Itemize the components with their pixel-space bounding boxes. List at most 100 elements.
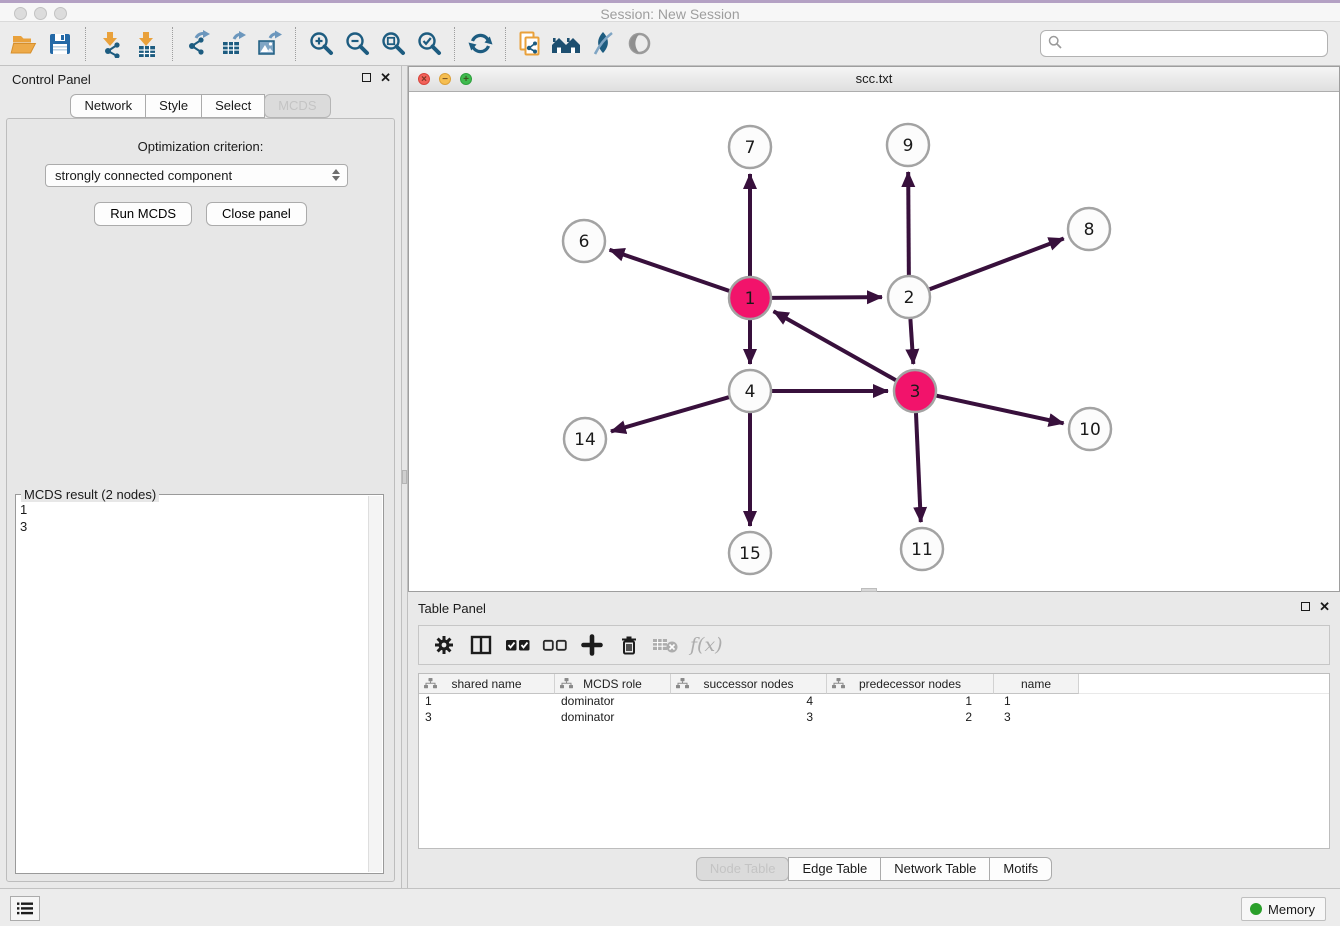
table-cell[interactable]: 1 [827,694,994,710]
graph-node-11[interactable]: 11 [901,528,943,570]
table-panel-title: Table Panel [418,601,486,616]
graph-node-2[interactable]: 2 [888,276,930,318]
graph-node-14[interactable]: 14 [564,418,606,460]
graph-edge-2-9[interactable] [908,172,909,275]
mcds-result-group: MCDS result (2 nodes) 1 3 [15,494,384,874]
table-cell[interactable]: 1 [994,694,1079,710]
tab-motifs[interactable]: Motifs [989,857,1052,881]
table-row[interactable]: 1dominator411 [419,694,1329,710]
splitter-handle[interactable] [402,470,407,484]
status-bar: Memory [0,888,1340,926]
control-panel-title: Control Panel [12,72,91,87]
save-session-icon[interactable] [42,26,78,62]
table-cell[interactable]: 1 [419,694,555,710]
network-canvas[interactable]: 7 9 6 8 1 2 4 3 14 10 15 11 [409,93,1339,591]
svg-text:11: 11 [911,540,933,560]
optimization-criterion-label: Optimization criterion: [7,139,394,154]
graph-edge-2-8[interactable] [930,239,1064,290]
zoom-out-icon[interactable] [339,26,375,62]
import-network-icon[interactable] [93,26,129,62]
control-panel-header: Control Panel ✕ [0,66,401,94]
zoom-selected-icon[interactable] [411,26,447,62]
column-header-successor-nodes[interactable]: successor nodes [671,674,827,694]
toggle-panel-mode-icon[interactable] [466,630,496,660]
table-cell[interactable]: 3 [994,710,1079,726]
graph-edge-1-6[interactable] [610,250,730,291]
tab-node-table[interactable]: Node Table [696,857,790,881]
toolbar-separator [505,27,506,61]
export-network-icon[interactable] [180,26,216,62]
zoom-in-icon[interactable] [303,26,339,62]
graph-edge-4-14[interactable] [611,397,729,431]
table-cell[interactable]: dominator [555,694,671,710]
graph-node-7[interactable]: 7 [729,126,771,168]
svg-text:10: 10 [1079,420,1101,440]
table-panel-header: Table Panel ✕ [408,595,1340,623]
search-box[interactable] [1040,30,1328,57]
graph-edge-1-2[interactable] [772,297,882,298]
column-header-predecessor-nodes[interactable]: predecessor nodes [827,674,994,694]
toolbar-separator [85,27,86,61]
graph-node-3[interactable]: 3 [894,370,936,412]
table-cell[interactable]: 3 [419,710,555,726]
task-history-button[interactable] [10,896,40,921]
export-table-icon[interactable] [216,26,252,62]
tab-select[interactable]: Select [201,94,265,118]
memory-button[interactable]: Memory [1241,897,1326,921]
column-header-name[interactable]: name [994,674,1079,694]
search-input[interactable] [1067,36,1320,51]
select-all-columns-icon[interactable] [503,630,533,660]
toggle-style-icon[interactable] [585,26,621,62]
column-header-shared-name[interactable]: shared name [419,674,555,694]
float-panel-icon[interactable] [362,73,371,82]
graph-node-1[interactable]: 1 [729,277,771,319]
apply-layout-icon[interactable] [462,26,498,62]
add-column-icon[interactable] [577,630,607,660]
graph-edge-2-3[interactable] [910,319,913,364]
graph-edge-3-11[interactable] [916,413,921,522]
result-scrollbar[interactable] [368,496,382,872]
graph-node-4[interactable]: 4 [729,370,771,412]
mcds-panel: Optimization criterion: strongly connect… [6,118,395,882]
tab-mcds[interactable]: MCDS [264,94,330,118]
criterion-select[interactable]: strongly connected component [45,164,348,187]
graph-edge-3-10[interactable] [936,396,1063,424]
table-cell[interactable]: 4 [671,694,827,710]
graph-node-9[interactable]: 9 [887,124,929,166]
horizontal-splitter-handle[interactable] [861,588,877,592]
birds-eye-view-icon[interactable] [621,26,657,62]
open-session-icon[interactable] [6,26,42,62]
graph-edge-3-1[interactable] [774,311,896,380]
duplicate-network-icon[interactable] [513,26,549,62]
run-mcds-button[interactable]: Run MCDS [94,202,192,226]
import-table-icon[interactable] [129,26,165,62]
graph-node-10[interactable]: 10 [1069,408,1111,450]
close-panel-icon[interactable]: ✕ [380,72,391,83]
svg-text:8: 8 [1084,220,1095,240]
table-cell[interactable]: 2 [827,710,994,726]
tab-network[interactable]: Network [70,94,146,118]
show-all-networks-icon[interactable] [549,26,585,62]
float-table-panel-icon[interactable] [1301,602,1310,611]
table-cell[interactable]: 3 [671,710,827,726]
tab-edge-table[interactable]: Edge Table [788,857,881,881]
table-cell[interactable]: dominator [555,710,671,726]
task-list-icon [17,902,33,915]
graph-node-15[interactable]: 15 [729,532,771,574]
column-header-MCDS-role[interactable]: MCDS role [555,674,671,694]
graph-node-8[interactable]: 8 [1068,208,1110,250]
zoom-fit-icon[interactable] [375,26,411,62]
control-panel: Control Panel ✕ NetworkStyleSelectMCDS O… [0,66,402,888]
close-table-panel-icon[interactable]: ✕ [1319,601,1330,612]
table-settings-icon[interactable] [429,630,459,660]
graph-node-6[interactable]: 6 [563,220,605,262]
mcds-result-text[interactable]: 1 3 [20,497,367,871]
delete-column-icon[interactable] [614,630,644,660]
tab-network-table[interactable]: Network Table [880,857,990,881]
table-panel-tabs: Node TableEdge TableNetwork TableMotifs [408,857,1340,881]
table-row[interactable]: 3dominator323 [419,710,1329,726]
deselect-all-columns-icon[interactable] [540,630,570,660]
export-image-icon[interactable] [252,26,288,62]
tab-style[interactable]: Style [145,94,202,118]
close-panel-button[interactable]: Close panel [206,202,307,226]
